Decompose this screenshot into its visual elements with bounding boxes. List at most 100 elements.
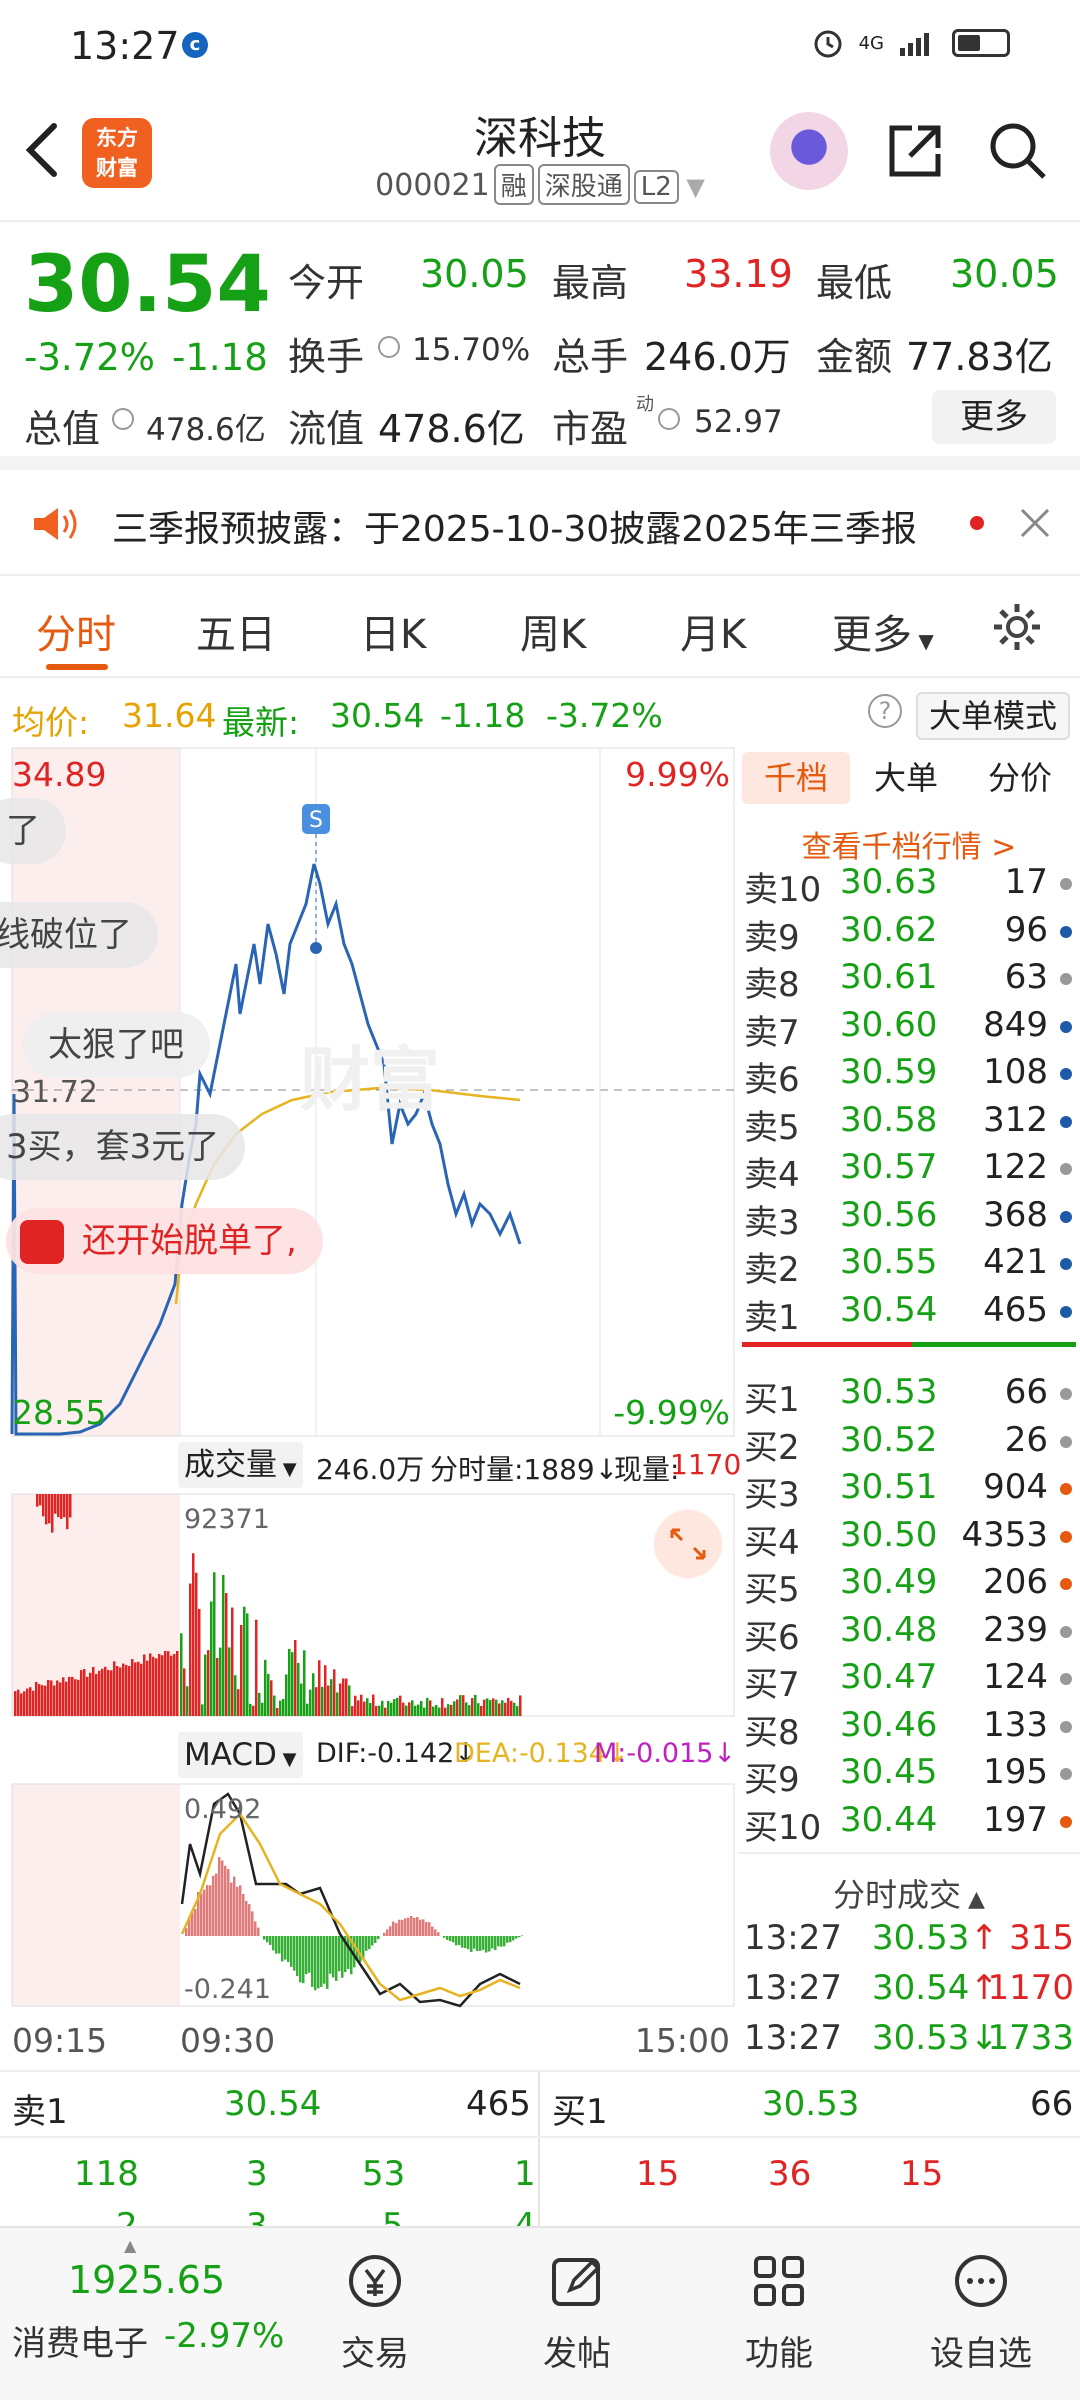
ask-row[interactable]: 卖9 30.62 96 — [744, 910, 1074, 958]
ask-row[interactable]: 卖5 30.58 312 — [744, 1099, 1074, 1148]
close-icon[interactable] — [1018, 506, 1052, 540]
expand-button[interactable] — [654, 1510, 722, 1578]
bid-row[interactable]: 买9 30.45 195 — [744, 1752, 1074, 1800]
ask-row[interactable]: 卖8 30.61 63 — [744, 957, 1074, 1005]
chat-bubble[interactable]: 太狠了吧 — [22, 1012, 210, 1078]
bid-row[interactable]: 买4 30.50 4353 — [744, 1515, 1074, 1563]
bid-row[interactable]: 买1 30.53 66 — [744, 1372, 1074, 1420]
chat-bubble-highlight[interactable]: 还开始脱单了, — [6, 1208, 323, 1274]
order-dot-indicator — [1060, 878, 1072, 890]
watermark: 财富 — [300, 1039, 440, 1121]
float-value: 478.6亿 — [378, 407, 525, 451]
nav-functions[interactable]: 功能 — [714, 2250, 844, 2375]
volume-bar — [393, 1699, 396, 1716]
info-icon[interactable] — [658, 408, 680, 430]
bid-row[interactable]: 买6 30.48 239 — [744, 1610, 1074, 1658]
macd-bar — [239, 1885, 242, 1936]
settings-gear-icon[interactable] — [990, 600, 1044, 654]
nav-add-watchlist[interactable]: 设自选 — [916, 2250, 1046, 2375]
assistant-avatar[interactable] — [770, 112, 848, 190]
bid-row[interactable]: 买2 30.52 26 — [744, 1420, 1074, 1468]
search-icon[interactable] — [985, 118, 1051, 184]
ask-row[interactable]: 卖10 30.63 17 — [744, 862, 1074, 910]
bid-row[interactable]: 买10 30.44 197 — [744, 1800, 1074, 1848]
ask-row[interactable]: 卖2 30.55 421 — [744, 1242, 1074, 1290]
nav-post[interactable]: 发帖 — [512, 2250, 642, 2375]
nav-add-watchlist-label: 设自选 — [930, 2334, 1032, 2374]
mktcap-value: 478.6亿 — [146, 412, 266, 448]
ask-volume: 312 — [983, 1099, 1048, 1140]
chat-bubble[interactable]: 3买，套3元了 — [0, 1114, 246, 1180]
info-icon[interactable] — [378, 336, 400, 358]
ask-row[interactable]: 卖3 30.56 368 — [744, 1195, 1074, 1243]
volume-bar — [158, 1653, 161, 1716]
volume-bar — [387, 1701, 390, 1716]
tab-daily-k[interactable]: 日K — [360, 602, 426, 660]
bid-row[interactable]: 买8 30.46 133 — [744, 1705, 1074, 1753]
volume-bar — [42, 1494, 45, 1517]
volume-bar — [426, 1697, 429, 1716]
volume-bar — [116, 1666, 119, 1716]
nav-trade[interactable]: 交易 — [310, 2250, 440, 2375]
view-depth-link[interactable]: 查看千档行情 > — [738, 822, 1080, 866]
chat-bubble[interactable]: 了 — [0, 798, 66, 864]
bid-row[interactable]: 买7 30.47 124 — [744, 1657, 1074, 1705]
volume-bar — [321, 1686, 324, 1716]
macd-bar — [227, 1869, 230, 1936]
macd-bottom-label: -0.241 — [184, 1974, 271, 2005]
help-icon[interactable]: ? — [868, 694, 902, 728]
trade-price: 30.53 — [872, 1918, 970, 1958]
share-icon[interactable] — [882, 118, 948, 184]
big-order-mode-button[interactable]: 大单模式 — [916, 692, 1070, 740]
tab-depth[interactable]: 千档 — [742, 752, 850, 804]
intraday-chart[interactable]: S 34.89 9.99% 28.55 -9.99% 31.72 财富 9237… — [0, 744, 741, 2070]
volume-bar — [276, 1707, 279, 1716]
ask-level-label: 卖4 — [744, 1155, 800, 1195]
volume-bar — [303, 1650, 306, 1716]
trades-title: 分时成交 — [833, 1876, 962, 1914]
macd-bar — [224, 1865, 227, 1936]
bid-row[interactable]: 买5 30.49 206 — [744, 1562, 1074, 1610]
trade-row: 13:27 30.53 ↑ 315 — [744, 1918, 1074, 1965]
ask-row[interactable]: 卖4 30.57 122 — [744, 1147, 1074, 1195]
ask-row[interactable]: 卖6 30.59 108 — [744, 1052, 1074, 1100]
bid-row[interactable]: 买3 30.51 904 — [744, 1467, 1074, 1515]
volume-bar — [77, 1679, 80, 1716]
dropdown-icon: ▼ — [277, 1459, 297, 1480]
macd-top-label: 0.492 — [184, 1794, 261, 1825]
ask-row[interactable]: 卖7 30.60 849 — [744, 1005, 1074, 1053]
info-icon[interactable] — [112, 408, 134, 430]
volume-selector[interactable]: 成交量 ▼ — [178, 1442, 303, 1488]
macd-bar — [353, 1936, 356, 1968]
macd-bar — [494, 1936, 497, 1951]
active-tab-indicator — [46, 664, 108, 670]
volume-bar — [44, 1685, 47, 1716]
tab-intraday[interactable]: 分时 — [36, 602, 116, 660]
volume-bar — [363, 1701, 366, 1716]
red-envelope-icon — [20, 1220, 64, 1264]
sector-index[interactable]: ▲ 1925.65 消费电子 -2.97% — [0, 2228, 290, 2402]
volume-bar — [423, 1707, 426, 1716]
trade-row: 13:27 30.53 ↓ 1733 — [744, 2018, 1074, 2065]
volume-bar — [180, 1633, 183, 1716]
tab-more[interactable]: 更多 ▼ — [832, 602, 934, 660]
ask-row[interactable]: 卖1 30.54 465 — [744, 1290, 1074, 1338]
volume-bar — [483, 1699, 486, 1716]
tab-monthly-k[interactable]: 月K — [680, 602, 746, 660]
trades-header[interactable]: 分时成交 ▲ — [738, 1870, 1080, 1916]
more-quote-button[interactable]: 更多 — [932, 390, 1056, 444]
tab-price-dist[interactable]: 分价 — [988, 752, 1052, 804]
tab-weekly-k[interactable]: 周K — [520, 602, 586, 660]
quote-panel: 30.54 -3.72% -1.18 今开 30.05 最高 33.19 最低 … — [0, 224, 1080, 470]
trade-price: 30.54 — [872, 1968, 970, 2008]
volume-bar — [51, 1494, 54, 1533]
macd-selector[interactable]: MACD ▼ — [178, 1732, 303, 1778]
tab-big-orders[interactable]: 大单 — [874, 752, 938, 804]
notice-bar[interactable]: 三季报预披露：于2025-10-30披露2025年三季报 — [0, 470, 1080, 576]
macd-bar — [392, 1921, 395, 1936]
volume-bar — [264, 1659, 267, 1716]
tab-five-day[interactable]: 五日 — [196, 602, 276, 660]
chat-bubble[interactable]: 线破位了 — [0, 902, 158, 968]
pe-label: 市盈 — [552, 407, 629, 451]
volume-bar — [176, 1650, 179, 1716]
